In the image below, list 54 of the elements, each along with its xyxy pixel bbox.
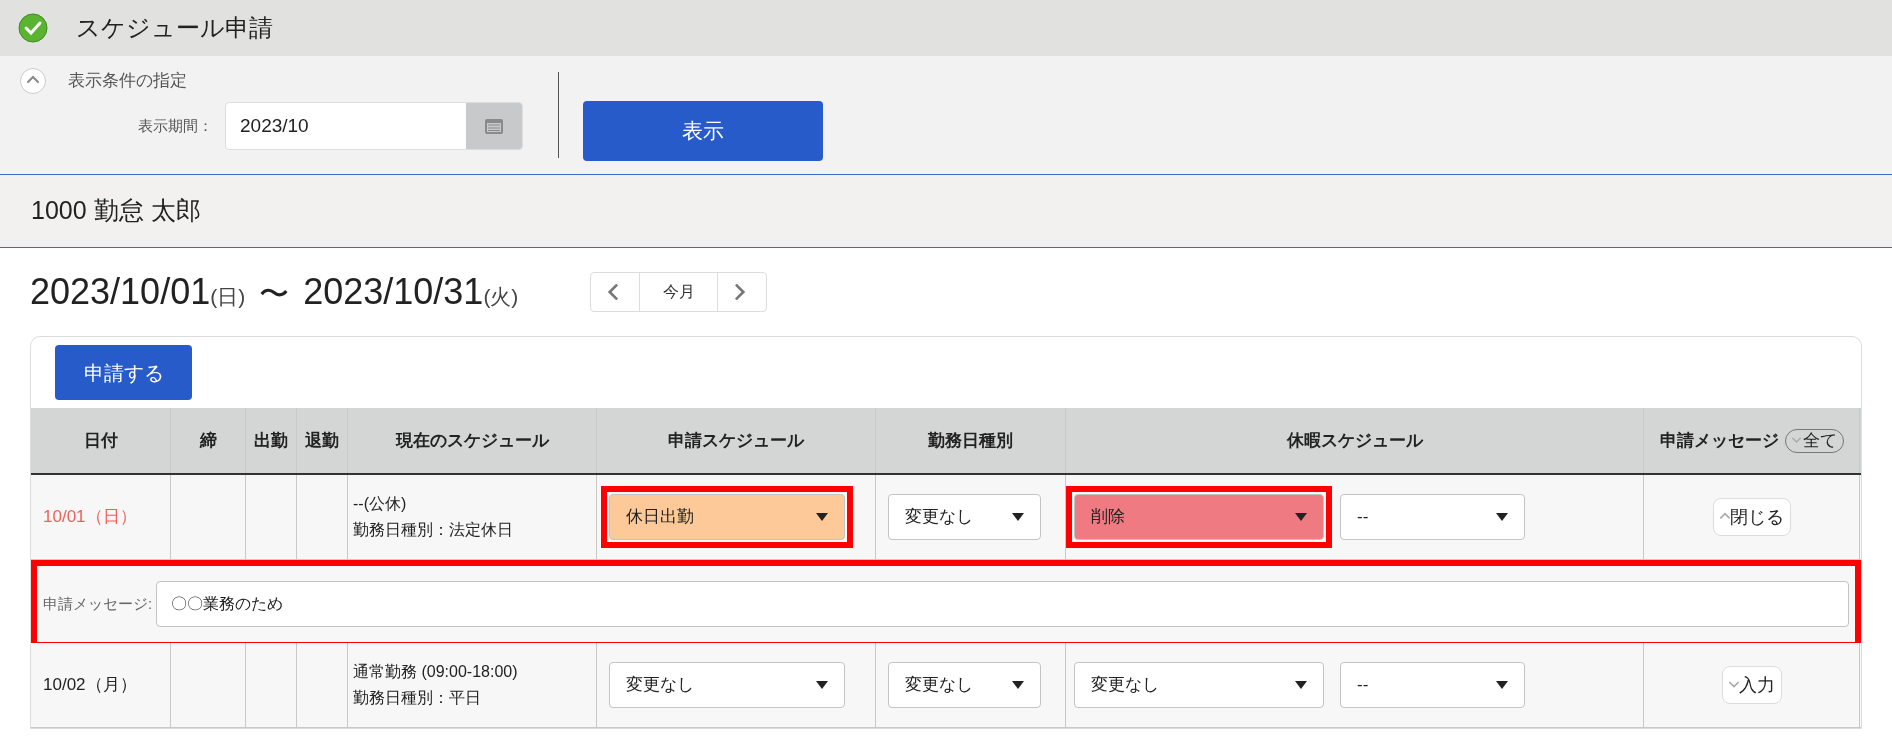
period-field[interactable]: 2023/10 bbox=[225, 102, 523, 150]
dropdown-arrow-icon bbox=[1496, 513, 1508, 521]
dropdown[interactable]: 変更なし bbox=[1074, 662, 1324, 708]
chevron-down-icon bbox=[1728, 680, 1739, 690]
calendar-button[interactable] bbox=[466, 103, 522, 149]
column-header: 日付 bbox=[83, 429, 118, 452]
collapse-button[interactable] bbox=[20, 68, 46, 94]
dropdown-arrow-icon bbox=[816, 513, 828, 521]
column-header: 申請メッセージ bbox=[1659, 429, 1779, 452]
column-header: 休暇スケジュール bbox=[1286, 429, 1423, 452]
schedule-text: --(公休) bbox=[353, 494, 408, 514]
schedule-text: 勤務日種別：法定休日 bbox=[353, 520, 513, 540]
toggle-button[interactable]: 閉じる bbox=[1712, 498, 1791, 536]
check-icon bbox=[18, 13, 48, 43]
date-cell-text: 10/02（月） bbox=[43, 674, 137, 697]
dropdown[interactable]: 変更なし bbox=[609, 662, 845, 708]
schedule-text: 通常勤務 (09:00-18:00) bbox=[353, 662, 518, 682]
message-label: 申請メッセージ: bbox=[42, 593, 154, 614]
page-title: スケジュール申請 bbox=[76, 13, 273, 43]
column-header: 出勤 bbox=[254, 429, 288, 452]
dropdown-arrow-icon bbox=[1295, 681, 1307, 689]
dropdown-arrow-icon bbox=[1012, 513, 1024, 521]
column-header: 申請スケジュール bbox=[668, 429, 804, 452]
column-header: 現在のスケジュール bbox=[395, 429, 549, 452]
calendar-icon bbox=[484, 117, 504, 135]
period-label: 表示期間： bbox=[138, 115, 213, 136]
toggle-button[interactable]: 入力 bbox=[1721, 666, 1782, 704]
chevron-down-icon bbox=[1791, 436, 1801, 445]
column-header: 退勤 bbox=[305, 429, 339, 452]
column-header: 勤務日種別 bbox=[928, 429, 1013, 452]
employee-name: 1000 勤怠 太郎 bbox=[31, 195, 201, 227]
show-button[interactable]: 表示 bbox=[583, 101, 823, 161]
apply-button[interactable]: 申請する bbox=[55, 345, 192, 400]
dropdown-arrow-icon bbox=[816, 681, 828, 689]
date-cell-text: 10/01（日） bbox=[43, 506, 137, 529]
dropdown[interactable]: 休日出勤 bbox=[609, 494, 845, 540]
separator: 〜 bbox=[259, 276, 290, 312]
column-header: 締 bbox=[199, 429, 217, 452]
dropdown[interactable]: 変更なし bbox=[888, 494, 1041, 540]
dropdown-arrow-icon bbox=[1295, 513, 1307, 521]
dropdown-arrow-icon bbox=[1012, 681, 1024, 689]
period-start: 2023/10/01 bbox=[30, 270, 211, 314]
weekday: (火) bbox=[483, 284, 519, 310]
dropdown[interactable]: -- bbox=[1340, 494, 1525, 540]
dropdown[interactable]: 変更なし bbox=[888, 662, 1041, 708]
period-end: 2023/10/31 bbox=[303, 270, 484, 314]
weekday: (日) bbox=[210, 284, 246, 310]
dropdown[interactable]: 削除 bbox=[1074, 494, 1324, 540]
dropdown[interactable]: -- bbox=[1340, 662, 1525, 708]
filter-heading: 表示条件の指定 bbox=[68, 70, 187, 93]
dropdown-arrow-icon bbox=[1496, 681, 1508, 689]
schedule-text: 勤務日種別：平日 bbox=[353, 688, 482, 708]
chevron-up-icon bbox=[1719, 512, 1730, 522]
message-field[interactable]: 〇〇業務のため bbox=[156, 581, 1849, 627]
